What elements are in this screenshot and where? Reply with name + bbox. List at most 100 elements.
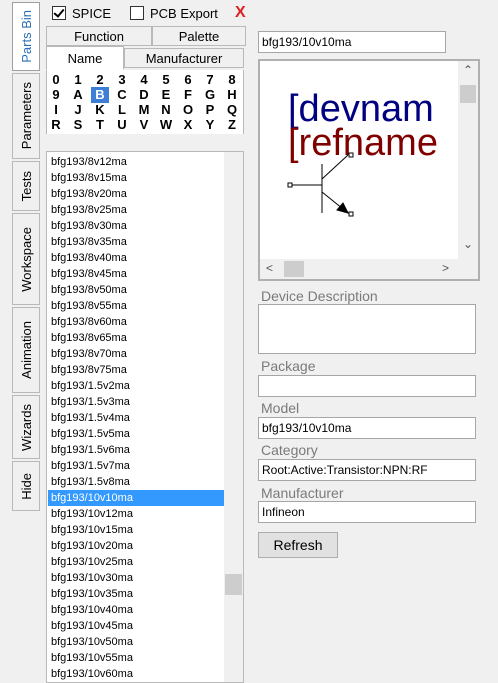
list-item[interactable]: bfg193/10v45ma (48, 618, 224, 634)
list-item[interactable]: bfg193/1.5v3ma (48, 394, 224, 410)
alphabet-letter-v[interactable]: V (135, 117, 153, 133)
alphabet-letter-g[interactable]: G (201, 87, 219, 103)
alphabet-letter-0[interactable]: 0 (47, 72, 65, 88)
preview-hscroll-thumb[interactable] (284, 261, 304, 277)
parts-list-scroll-thumb[interactable] (225, 574, 242, 595)
list-item[interactable]: bfg193/10v55ma (48, 650, 224, 666)
alphabet-letter-u[interactable]: U (113, 117, 131, 133)
alphabet-letter-z[interactable]: Z (223, 117, 241, 133)
list-item[interactable]: bfg193/1.5v5ma (48, 426, 224, 442)
list-item[interactable]: bfg193/8v45ma (48, 266, 224, 282)
alphabet-letter-h[interactable]: H (223, 87, 241, 103)
pcb-export-checkbox[interactable] (130, 6, 144, 20)
list-item[interactable]: bfg193/8v15ma (48, 170, 224, 186)
list-item[interactable]: bfg193/8v40ma (48, 250, 224, 266)
tab-wizards[interactable]: Wizards (12, 395, 40, 459)
list-item[interactable]: bfg193/10v35ma (48, 586, 224, 602)
tab-palette[interactable]: Palette (152, 26, 246, 46)
list-item[interactable]: bfg193/10v12ma (48, 506, 224, 522)
parts-list-scrollbar[interactable] (224, 152, 243, 682)
alphabet-letter-3[interactable]: 3 (113, 72, 131, 88)
alphabet-letter-d[interactable]: D (135, 87, 153, 103)
alphabet-letter-w[interactable]: W (157, 117, 175, 133)
alphabet-letter-1[interactable]: 1 (69, 72, 87, 88)
list-item[interactable]: bfg193/8v30ma (48, 218, 224, 234)
alphabet-letter-6[interactable]: 6 (179, 72, 197, 88)
parts-list[interactable]: bfg193/8v12ma bfg193/8v15ma bfg193/8v20ma b… (46, 151, 244, 683)
manufacturer-field[interactable]: Infineon (258, 501, 476, 523)
alphabet-letter-5[interactable]: 5 (157, 72, 175, 88)
list-item[interactable]: bfg193/1.5v4ma (48, 410, 224, 426)
list-item[interactable]: bfg193/8v60ma (48, 314, 224, 330)
device-description-field[interactable] (258, 304, 476, 354)
alphabet-letter-y[interactable]: Y (201, 117, 219, 133)
category-field[interactable]: Root:Active:Transistor:NPN:RF (258, 459, 476, 481)
list-item[interactable]: bfg193/8v55ma (48, 298, 224, 314)
alphabet-letter-b[interactable]: B (91, 87, 109, 103)
alphabet-letter-p[interactable]: P (201, 102, 219, 118)
refresh-button[interactable]: Refresh (258, 532, 338, 558)
alphabet-letter-c[interactable]: C (113, 87, 131, 103)
list-item[interactable]: bfg193/8v25ma (48, 202, 224, 218)
spice-checkbox[interactable] (52, 6, 66, 20)
alphabet-letter-l[interactable]: L (113, 102, 131, 118)
alphabet-letter-o[interactable]: O (179, 102, 197, 118)
scroll-up-icon[interactable]: ⌃ (463, 63, 473, 77)
alphabet-letter-r[interactable]: R (47, 117, 65, 133)
list-item[interactable]: bfg193/10v20ma (48, 538, 224, 554)
tab-animation[interactable]: Animation (12, 307, 40, 393)
alphabet-letter-9[interactable]: 9 (47, 87, 65, 103)
list-item[interactable]: bfg193/10v40ma (48, 602, 224, 618)
list-item[interactable]: bfg193/1.5v7ma (48, 458, 224, 474)
tab-parameters[interactable]: Parameters (12, 73, 40, 159)
alphabet-letter-s[interactable]: S (69, 117, 87, 133)
tab-function[interactable]: Function (46, 26, 152, 46)
preview-vscroll-thumb[interactable] (460, 85, 476, 103)
alphabet-letter-7[interactable]: 7 (201, 72, 219, 88)
list-item[interactable]: bfg193/10v50ma (48, 634, 224, 650)
list-item[interactable]: bfg193/1.5v6ma (48, 442, 224, 458)
alphabet-letter-e[interactable]: E (157, 87, 175, 103)
alphabet-letter-j[interactable]: J (69, 102, 87, 118)
preview-horizontal-scrollbar[interactable]: < > (260, 259, 478, 279)
list-item[interactable]: bfg193/10v15ma (48, 522, 224, 538)
alphabet-letter-2[interactable]: 2 (91, 72, 109, 88)
package-field[interactable] (258, 375, 476, 397)
tab-name[interactable]: Name (46, 46, 124, 70)
list-item[interactable]: bfg193/8v35ma (48, 234, 224, 250)
scroll-left-icon[interactable]: < (266, 261, 273, 275)
list-item[interactable]: bfg193/8v70ma (48, 346, 224, 362)
list-item[interactable]: bfg193/8v20ma (48, 186, 224, 202)
alphabet-letter-x[interactable]: X (179, 117, 197, 133)
tab-tests[interactable]: Tests (12, 161, 40, 211)
model-field[interactable]: bfg193/10v10ma (258, 417, 476, 439)
list-item[interactable]: bfg193/1.5v2ma (48, 378, 224, 394)
list-item[interactable]: bfg193/8v50ma (48, 282, 224, 298)
list-item[interactable]: bfg193/10v25ma (48, 554, 224, 570)
list-item[interactable]: bfg193/1.5v8ma (48, 474, 224, 490)
list-item[interactable]: bfg193/8v75ma (48, 362, 224, 378)
alphabet-letter-m[interactable]: M (135, 102, 153, 118)
alphabet-letter-k[interactable]: K (91, 102, 109, 118)
list-item[interactable]: bfg193/8v12ma (48, 154, 224, 170)
tab-workspace[interactable]: Workspace (12, 213, 40, 305)
list-item[interactable]: bfg193/10v10ma (48, 490, 224, 506)
alphabet-letter-a[interactable]: A (69, 87, 87, 103)
part-search-input[interactable]: bfg193/10v10ma (258, 31, 446, 53)
list-item[interactable]: bfg193/8v65ma (48, 330, 224, 346)
close-icon[interactable]: X (235, 5, 246, 21)
alphabet-letter-f[interactable]: F (179, 87, 197, 103)
alphabet-letter-n[interactable]: N (157, 102, 175, 118)
list-item[interactable]: bfg193/10v60ma (48, 666, 224, 682)
alphabet-letter-q[interactable]: Q (223, 102, 241, 118)
scroll-down-icon[interactable]: ⌄ (463, 237, 473, 251)
preview-vertical-scrollbar[interactable]: ⌃ ⌄ (458, 61, 478, 259)
alphabet-letter-8[interactable]: 8 (223, 72, 241, 88)
tab-manufacturer[interactable]: Manufacturer (124, 48, 244, 68)
tab-parts-bin[interactable]: Parts Bin (12, 2, 40, 71)
alphabet-letter-t[interactable]: T (91, 117, 109, 133)
alphabet-letter-4[interactable]: 4 (135, 72, 153, 88)
list-item[interactable]: bfg193/10v30ma (48, 570, 224, 586)
tab-hide[interactable]: Hide (12, 461, 40, 511)
scroll-right-icon[interactable]: > (442, 261, 449, 275)
